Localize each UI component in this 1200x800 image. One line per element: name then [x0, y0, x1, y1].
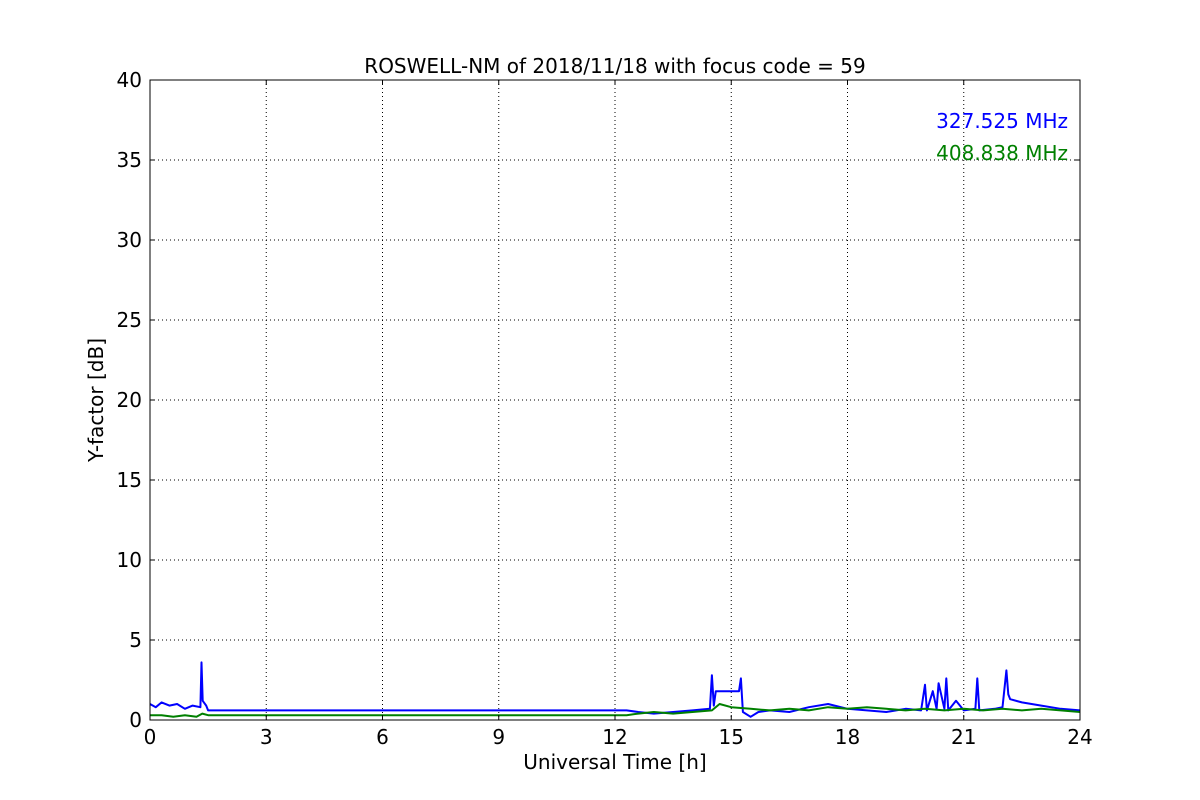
- chart: 0 3 6 9 12 15 18 21 24 0 5 10 15 20 25 30 35 40 ROSWELL-N…: [0, 0, 1200, 800]
- x-tick-label: 9: [492, 725, 505, 749]
- y-tick-label: 30: [117, 228, 142, 252]
- legend-entry-1: 327.525 MHz: [936, 109, 1068, 133]
- y-tick-label: 40: [117, 68, 142, 92]
- y-tick-label: 35: [117, 148, 142, 172]
- chart-title: ROSWELL-NM of 2018/11/18 with focus code…: [364, 54, 865, 78]
- x-tick-label: 0: [144, 725, 157, 749]
- y-axis-title: Y-factor [dB]: [84, 338, 108, 463]
- x-tick-label: 6: [376, 725, 389, 749]
- x-tick-label: 18: [835, 725, 860, 749]
- y-tick-label: 20: [117, 388, 142, 412]
- x-tick-label: 24: [1067, 725, 1092, 749]
- y-tick-label: 10: [117, 548, 142, 572]
- x-tick-label: 12: [602, 725, 627, 749]
- x-tick-label: 3: [260, 725, 273, 749]
- x-tick-label: 21: [951, 725, 976, 749]
- y-tick-label: 15: [117, 468, 142, 492]
- legend-entry-2: 408.838 MHz: [936, 141, 1068, 165]
- y-tick-label: 0: [129, 708, 142, 732]
- y-tick-label: 25: [117, 308, 142, 332]
- x-tick-label: 15: [719, 725, 744, 749]
- y-tick-label: 5: [129, 628, 142, 652]
- x-axis-title: Universal Time [h]: [523, 750, 706, 774]
